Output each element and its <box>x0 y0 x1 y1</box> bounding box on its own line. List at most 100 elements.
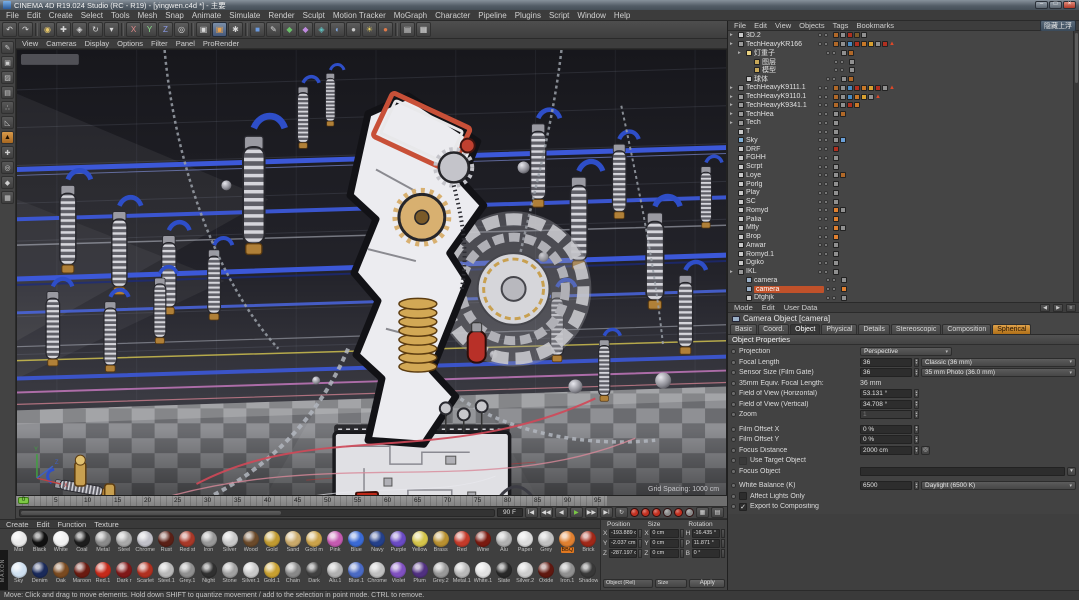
timeline-tick[interactable]: 60 <box>384 497 391 504</box>
hud-options-icon[interactable]: ▤ <box>711 507 724 518</box>
tag-icon[interactable] <box>840 41 846 48</box>
next-frame-button[interactable]: ▶▶ <box>584 507 598 518</box>
lock-workplane-icon[interactable]: ▦ <box>1 191 14 204</box>
material-item[interactable]: Stone <box>219 560 240 591</box>
live-selection-icon[interactable]: ◉ <box>40 22 55 37</box>
next-key-button[interactable]: ▶I <box>600 507 613 518</box>
material-item[interactable]: Sand <box>282 529 303 560</box>
tag-icon[interactable] <box>840 111 846 118</box>
material-item[interactable]: Iron <box>198 529 219 560</box>
material-item[interactable]: Mat <box>8 529 29 560</box>
value-spinner[interactable] <box>720 529 725 538</box>
viewport-menu-cameras[interactable]: Cameras <box>43 39 79 48</box>
maximize-button[interactable]: □ <box>1049 1 1062 9</box>
visibility-dot-top[interactable] <box>818 129 822 134</box>
object-manager-menu-bookmarks[interactable]: Bookmarks <box>853 21 897 30</box>
material-item[interactable]: Sky <box>8 560 29 591</box>
material-item[interactable]: Gold <box>261 529 282 560</box>
nav-forward-icon[interactable]: ▶ <box>1053 303 1063 312</box>
viewport-menu-display[interactable]: Display <box>82 39 113 48</box>
apply-button[interactable]: Apply <box>689 579 725 588</box>
material-item[interactable]: Grey.2 <box>430 560 451 591</box>
tag-icon[interactable] <box>841 286 847 293</box>
material-item[interactable]: Alu <box>493 529 514 560</box>
visibility-dot-bottom[interactable] <box>824 155 828 160</box>
tab-coord[interactable]: Coord. <box>758 324 790 334</box>
material-item[interactable]: Grey.1 <box>177 560 198 591</box>
material-item[interactable]: Coal <box>71 529 92 560</box>
edges-mode-icon[interactable]: ◺ <box>1 116 14 129</box>
tag-icon[interactable] <box>833 268 839 275</box>
animation-dot[interactable] <box>731 391 736 397</box>
object-row[interactable]: Mfly <box>728 224 1079 233</box>
visibility-dot-top[interactable] <box>826 77 830 82</box>
material-item[interactable]: Gold.1 <box>261 560 282 591</box>
section-header[interactable]: Object Properties <box>728 335 1079 345</box>
animation-dot[interactable] <box>731 447 736 453</box>
animation-dot[interactable] <box>731 380 736 386</box>
visibility-dot-bottom[interactable] <box>832 287 836 292</box>
minimize-button[interactable]: – <box>1035 1 1048 9</box>
material-item[interactable]: Chrome.1 <box>367 560 388 591</box>
points-mode-icon[interactable]: ∴ <box>1 101 14 114</box>
tag-icon[interactable] <box>833 216 839 223</box>
add-generator-icon[interactable]: ◆ <box>282 22 297 37</box>
material-item[interactable]: Silver.1 <box>240 560 261 591</box>
visibility-dot-bottom[interactable] <box>840 59 844 64</box>
object-row[interactable]: DRF <box>728 145 1079 154</box>
visibility-dot-bottom[interactable] <box>824 85 828 90</box>
object-link-field[interactable] <box>860 466 1065 476</box>
tag-icon[interactable] <box>833 102 839 109</box>
material-item[interactable]: Alu.1 <box>325 560 346 591</box>
menu-plugins[interactable]: Plugins <box>511 11 545 20</box>
display-filter-icon[interactable]: ▤ <box>400 22 415 37</box>
rotate-tool-icon[interactable]: ↻ <box>88 22 103 37</box>
material-item[interactable]: Wine <box>472 529 493 560</box>
timeline-tick[interactable]: 85 <box>534 497 541 504</box>
visibility-dot-top[interactable] <box>826 295 830 300</box>
viewport-menu-prorender[interactable]: ProRender <box>200 39 242 48</box>
value-spinner[interactable]: ▴ ▾ <box>914 481 919 491</box>
tag-icon[interactable] <box>840 102 846 109</box>
material-item[interactable]: Slate <box>493 560 514 591</box>
visibility-dot-bottom[interactable] <box>824 147 828 152</box>
menu-window[interactable]: Window <box>573 11 609 20</box>
object-manager-scrollbar[interactable] <box>1073 31 1079 302</box>
tag-icon[interactable] <box>833 137 839 144</box>
add-deformer-icon[interactable]: ◆ <box>298 22 313 37</box>
visibility-dot-bottom[interactable] <box>824 260 828 265</box>
menu-simulate[interactable]: Simulate <box>225 11 264 20</box>
tag-icon[interactable] <box>854 32 860 39</box>
visibility-dot-bottom[interactable] <box>824 243 828 248</box>
visibility-dot-top[interactable] <box>818 155 822 160</box>
tag-icon[interactable] <box>840 207 846 214</box>
tag-icon[interactable] <box>833 189 839 196</box>
material-item[interactable]: Chrome <box>135 529 156 560</box>
record-position-button[interactable] <box>652 508 661 517</box>
value-spinner[interactable] <box>638 549 643 558</box>
material-item[interactable]: Iron.1 <box>557 560 578 591</box>
object-manager-menu-file[interactable]: File <box>731 21 749 30</box>
material-item[interactable]: Metal.1 <box>451 560 472 591</box>
coord-value-field[interactable]: -16.435 ° <box>691 529 720 538</box>
object-row[interactable]: SC <box>728 197 1079 206</box>
object-manager-menu-edit[interactable]: Edit <box>751 21 770 30</box>
material-item[interactable]: Denim <box>29 560 50 591</box>
menu-mograph[interactable]: MoGraph <box>390 11 431 20</box>
record-scale-button[interactable] <box>663 508 672 517</box>
animation-dot[interactable] <box>731 483 736 489</box>
object-manager-menu-objects[interactable]: Objects <box>796 21 827 30</box>
timeline-tick[interactable]: 35 <box>234 497 241 504</box>
tag-icon[interactable] <box>833 154 839 161</box>
material-item[interactable]: Oak <box>50 560 71 591</box>
object-row[interactable]: ▸ IKL <box>728 267 1079 276</box>
object-row[interactable]: ▸ 3D.2 <box>728 31 1079 40</box>
add-primitive-icon[interactable]: ■ <box>250 22 265 37</box>
menu-sculpt[interactable]: Sculpt <box>299 11 329 20</box>
visibility-dot-top[interactable] <box>818 252 822 257</box>
value-spinner[interactable]: ▴ ▾ <box>914 368 919 378</box>
value-spinner[interactable]: ▴ ▾ <box>914 389 919 399</box>
object-row[interactable]: Loye <box>728 171 1079 180</box>
visibility-dot-top[interactable] <box>818 269 822 274</box>
visibility-dot-bottom[interactable] <box>832 278 836 283</box>
